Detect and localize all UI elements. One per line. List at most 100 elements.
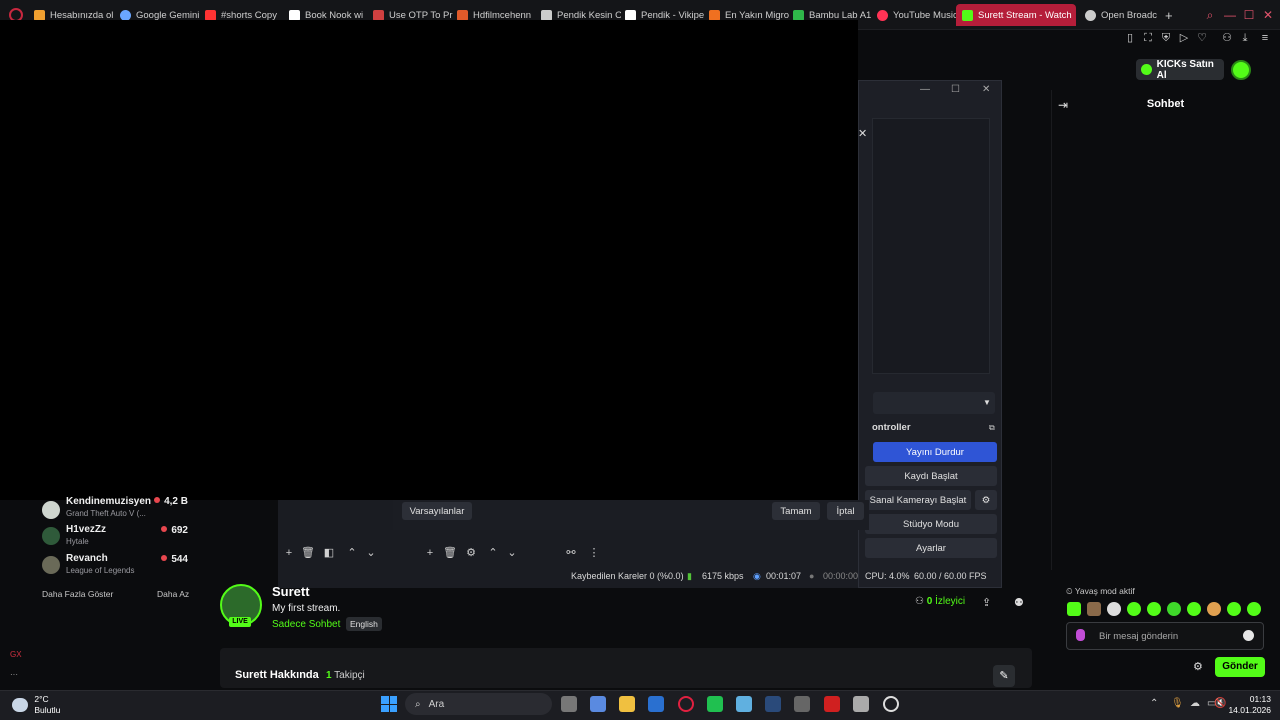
chat-settings-icon[interactable]: ⚙ [1193, 660, 1203, 673]
microphone-icon[interactable] [1076, 629, 1085, 641]
audio-menu-icon[interactable]: ⋮ [588, 547, 600, 559]
calculator-icon[interactable] [794, 696, 810, 712]
mic-tray-icon[interactable]: 🎙 [1171, 698, 1184, 709]
heart-icon[interactable]: ♡ [1195, 31, 1209, 45]
obs-close-icon[interactable]: ✕ [982, 84, 990, 95]
tab-11-active[interactable]: Surett Stream - Watch [956, 4, 1076, 26]
stream-category[interactable]: Sadece Sohbet [272, 619, 340, 630]
tab-12[interactable]: Open Broadcas [1085, 4, 1157, 26]
taskbar-clock[interactable]: 01:13 14.01.2026 [1227, 694, 1271, 716]
user-avatar[interactable] [1231, 60, 1251, 80]
red-app-icon[interactable] [824, 696, 840, 712]
list-item[interactable]: H1vezZz Hytale 692 [42, 524, 192, 550]
copilot-icon[interactable] [590, 696, 606, 712]
sidebar-more-icon[interactable]: ··· [10, 670, 18, 679]
emote-icon[interactable] [1067, 602, 1081, 616]
dock-undock-icon[interactable]: ⧉ [989, 423, 995, 433]
photos-icon[interactable] [736, 696, 752, 712]
file-explorer-icon[interactable] [619, 696, 635, 712]
close-icon[interactable]: ✕ [1261, 8, 1275, 22]
add-source-icon[interactable]: + [424, 547, 436, 559]
stop-stream-button[interactable]: Yayını Durdur [873, 442, 997, 462]
task-view-icon[interactable] [561, 696, 577, 712]
windows-start-icon[interactable] [381, 696, 397, 712]
steam-icon[interactable] [765, 696, 781, 712]
green-app-icon[interactable] [707, 696, 723, 712]
send-button[interactable]: Gönder [1215, 657, 1265, 677]
emote-icon[interactable] [1127, 602, 1141, 616]
move-up-icon[interactable]: ⌃ [346, 547, 358, 559]
source-up-icon[interactable]: ⌃ [487, 547, 499, 559]
profile-icon[interactable]: ⚇ [1220, 31, 1234, 45]
studio-mode-button[interactable]: Stüdyo Modu [865, 514, 997, 534]
settings-button[interactable]: Ayarlar [865, 538, 997, 558]
remove-scene-icon[interactable]: 🗑 [301, 547, 315, 559]
video-player[interactable] [0, 20, 858, 500]
virtual-camera-settings-button[interactable]: ⚙ [975, 490, 997, 510]
audio-link-icon[interactable]: ⚯ [565, 547, 577, 559]
screenshot-icon[interactable]: ⛶ [1141, 31, 1155, 45]
outlook-icon[interactable] [648, 696, 664, 712]
tab-10[interactable]: YouTube Music [877, 4, 957, 26]
tray-chevron-icon[interactable]: ⌃ [1150, 698, 1158, 709]
language-badge[interactable]: English [346, 617, 382, 631]
avatar [42, 556, 60, 574]
emote-icon[interactable] [1107, 602, 1121, 616]
defaults-button[interactable]: Varsayılanlar [402, 502, 472, 520]
obs-taskbar-icon[interactable] [883, 696, 899, 712]
emote-icon[interactable] [1207, 602, 1221, 616]
list-item[interactable]: Revanch League of Legends 544 [42, 553, 192, 579]
ok-button[interactable]: Tamam [772, 502, 820, 520]
list-item[interactable]: Kendinemuzisyen Grand Theft Auto V (... … [42, 496, 192, 524]
obs-dropdown[interactable] [873, 392, 995, 414]
scene-filter-icon[interactable]: ◧ [323, 547, 335, 559]
followers-number: 1 [326, 670, 332, 681]
weather-widget[interactable]: 2°C Bulutlu [12, 694, 60, 716]
menu-icon[interactable]: ≡ [1258, 31, 1272, 45]
streamer-name[interactable]: Surett [272, 584, 310, 599]
obs-maximize-icon[interactable]: ☐ [951, 84, 960, 95]
obs-minimize-icon[interactable]: — [920, 84, 930, 95]
emote-icon[interactable] [1247, 602, 1261, 616]
buy-kicks-button[interactable]: KICKs Satın Al [1136, 59, 1224, 81]
add-scene-icon[interactable]: + [283, 547, 295, 559]
emote-icon[interactable] [1147, 602, 1161, 616]
start-recording-button[interactable]: Kaydı Başlat [865, 466, 997, 486]
minimize-icon[interactable]: — [1223, 8, 1237, 22]
shield-icon[interactable]: ⛨ [1159, 31, 1173, 45]
sidebar-icon[interactable]: GX [10, 650, 22, 659]
download-icon[interactable]: ⤓ [1238, 31, 1252, 45]
maximize-icon[interactable]: ☐ [1242, 8, 1256, 22]
move-down-icon[interactable]: ⌄ [365, 547, 377, 559]
add-friend-icon[interactable]: ⚉ [1014, 596, 1024, 609]
taskbar-search[interactable]: ⌕ Ara [405, 693, 552, 715]
dialog-close-icon[interactable]: ✕ [858, 127, 867, 140]
emote-icon[interactable] [1087, 602, 1101, 616]
opera-icon[interactable] [678, 696, 694, 712]
emote-icon[interactable] [1227, 602, 1241, 616]
gmail-icon [373, 9, 384, 21]
search-tabs-icon[interactable]: ⌕ [1203, 8, 1217, 22]
speaker-muted-icon[interactable]: 🔇 [1214, 698, 1226, 709]
tab-label: #shorts Copy [221, 9, 277, 21]
play-icon[interactable]: ▷ [1177, 31, 1191, 45]
channel-name: Kendinemuzisyen [66, 496, 152, 507]
virtual-camera-button[interactable]: Sanal Kamerayı Başlat [865, 490, 971, 510]
bookmark-icon[interactable]: ▯ [1123, 31, 1137, 45]
cancel-button[interactable]: İptal [827, 502, 864, 520]
share-icon[interactable]: ⇪ [982, 596, 991, 609]
emote-icon[interactable] [1167, 602, 1181, 616]
onedrive-icon[interactable]: ☁ [1190, 698, 1200, 709]
emote-icon[interactable] [1187, 602, 1201, 616]
remove-source-icon[interactable]: 🗑 [443, 547, 457, 559]
channel-name: H1vezZz [66, 524, 107, 535]
record-time: 00:00:00 [823, 571, 859, 581]
source-settings-icon[interactable]: ⚙ [465, 547, 477, 559]
snipping-icon[interactable] [853, 696, 869, 712]
show-more-link[interactable]: Daha Fazla Göster [42, 589, 113, 599]
new-tab-button[interactable]: + [1165, 4, 1179, 26]
show-less-link[interactable]: Daha Az [157, 589, 189, 599]
source-down-icon[interactable]: ⌄ [506, 547, 518, 559]
edit-pencil-icon[interactable]: ✎ [993, 665, 1015, 687]
emoji-picker-icon[interactable] [1243, 630, 1254, 641]
